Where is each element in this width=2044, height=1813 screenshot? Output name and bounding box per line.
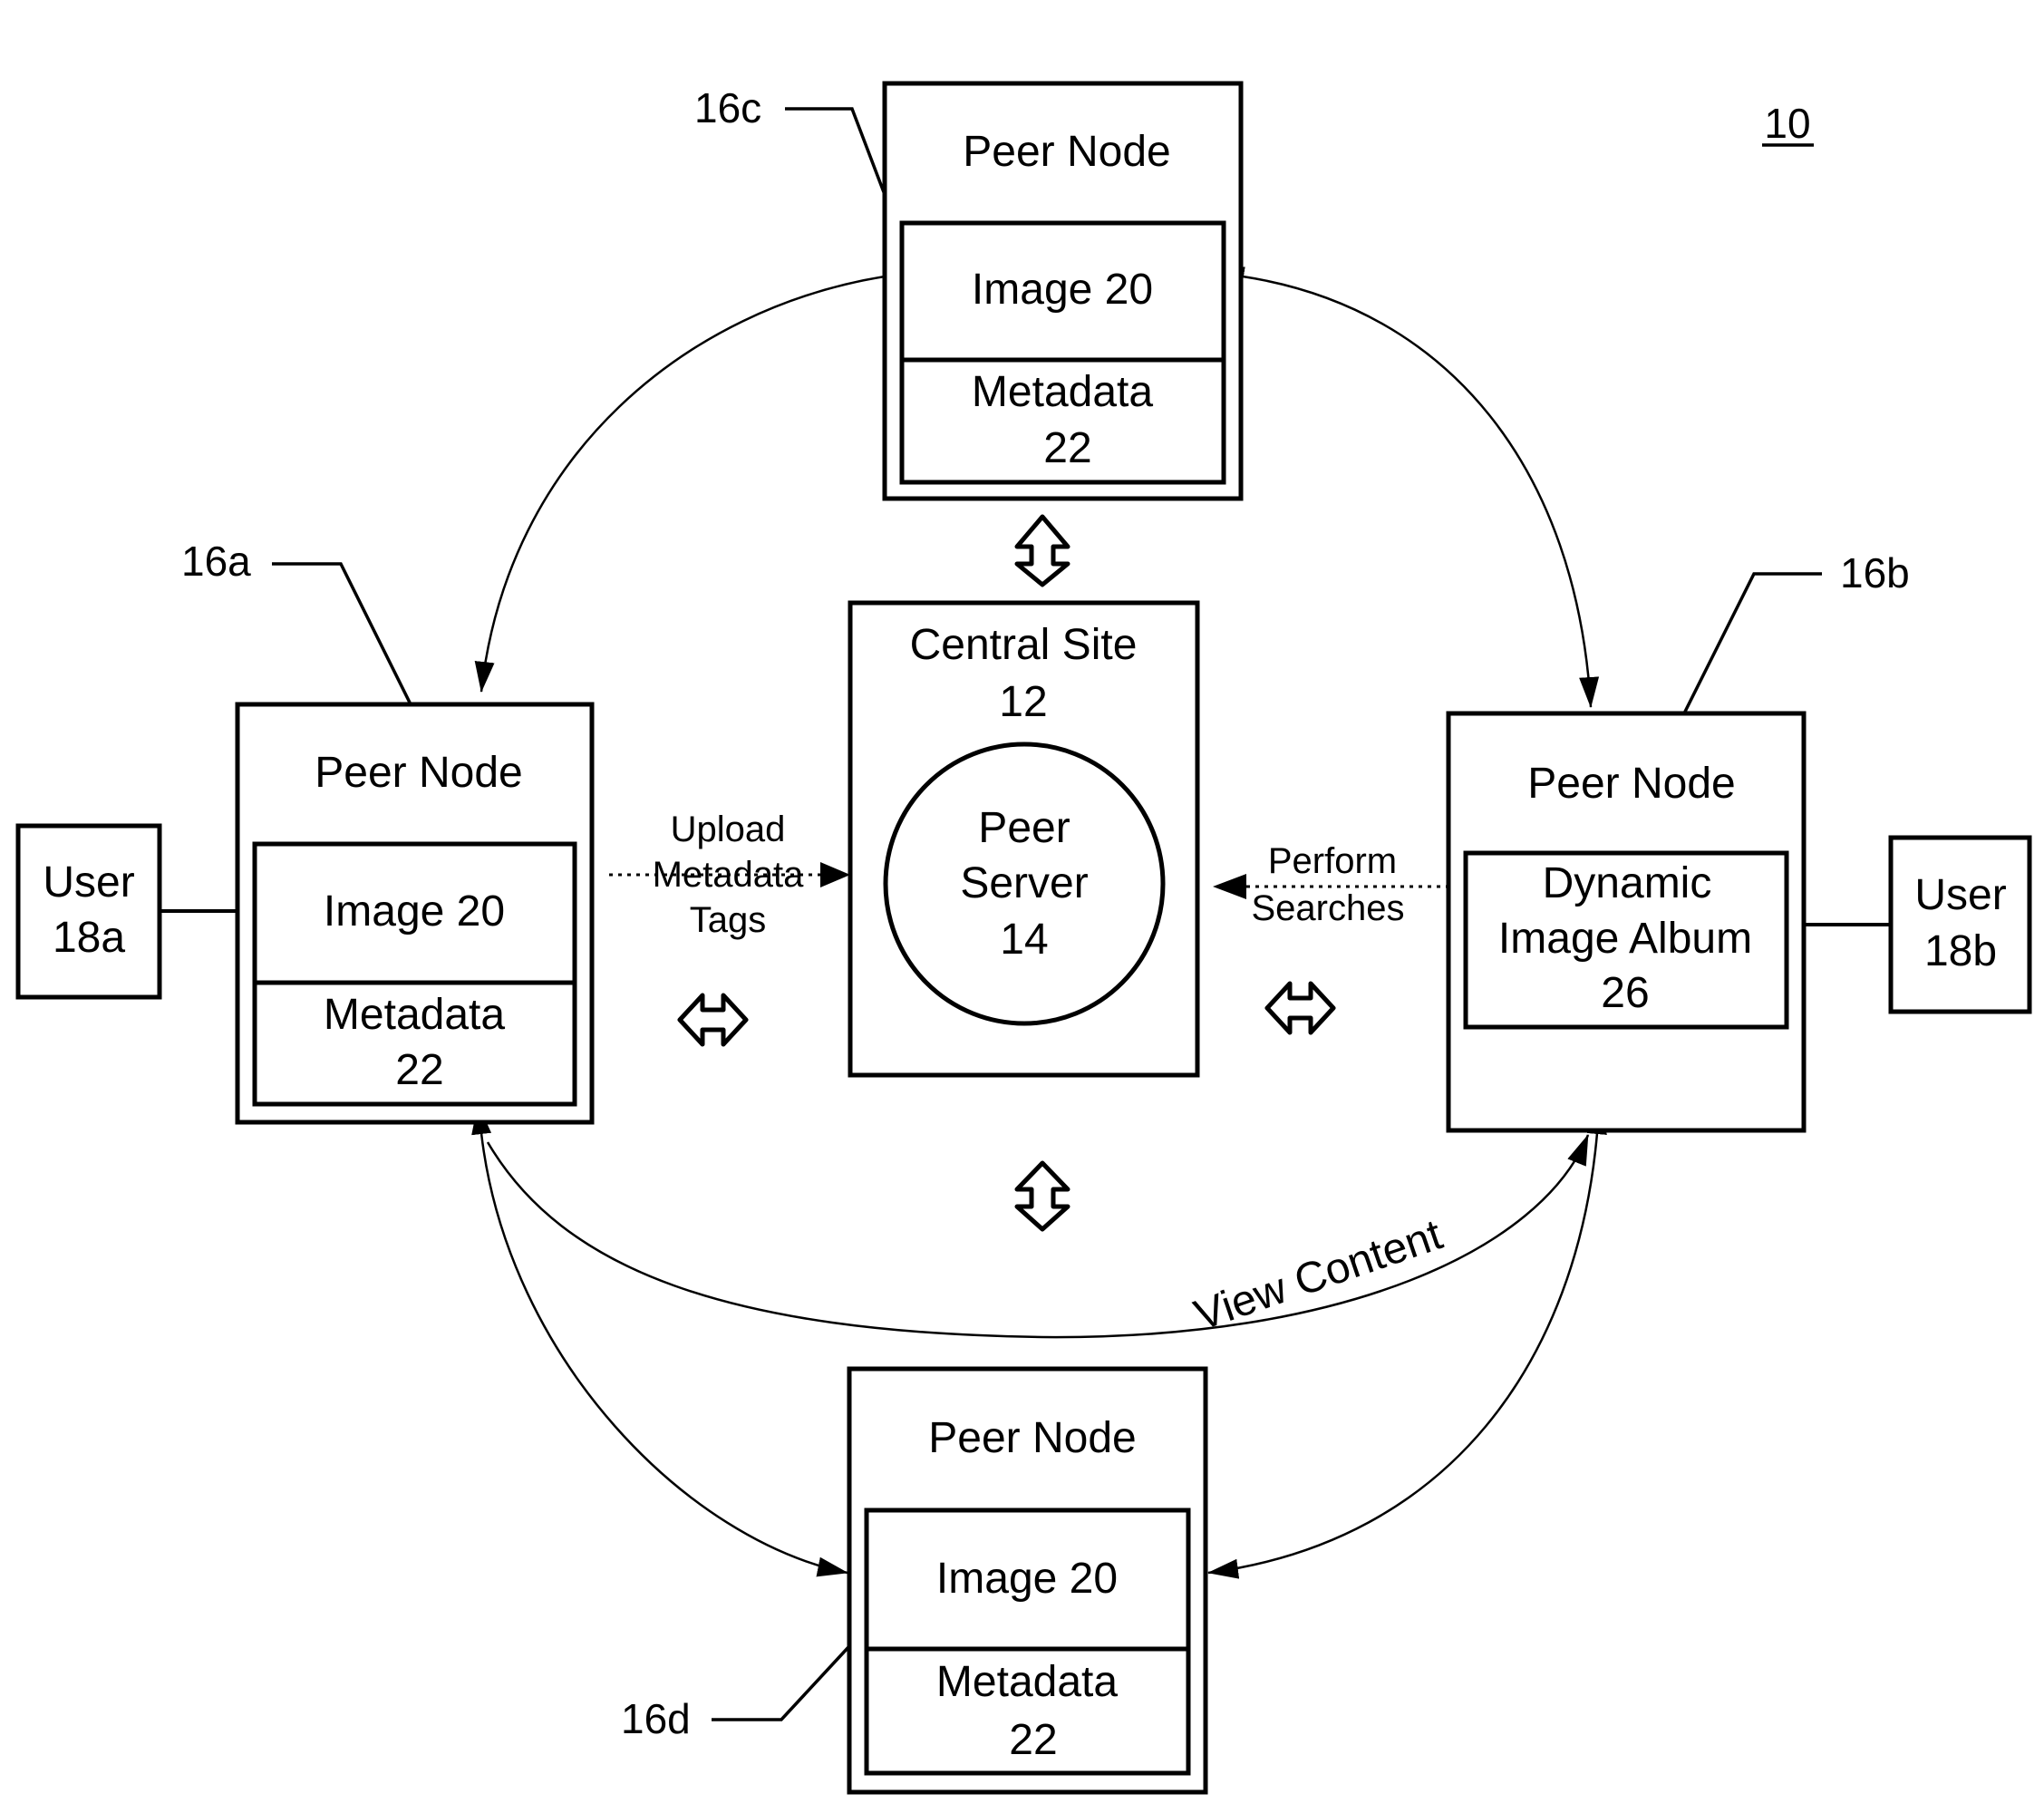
connector-16c-16b [1213,267,1600,708]
bidirectional-arrow-bottom-icon [1014,1160,1070,1232]
ref-callout-16c: 16c [694,84,886,193]
peer-server-line2: Server [960,859,1088,907]
perform-searches-flow: Perform Searches [1213,841,1448,928]
view-content-label: View Content [1188,1211,1448,1341]
figure-number: 10 [1764,100,1810,147]
bidirectional-arrow-right-icon [1264,981,1336,1035]
peer-node-title: Peer Node [315,749,522,797]
user-18b[interactable]: User 18b [1888,835,2032,1014]
bidirectional-arrow-left-icon [677,993,749,1047]
peer-node-title: Peer Node [963,128,1170,176]
metadata-ref: 22 [1043,424,1091,472]
upload-line1: Upload [671,810,786,849]
connector-16b-16d [1207,1103,1607,1579]
ref-callout-16b: 16b [1682,549,1910,714]
peer-server-line1: Peer [978,804,1070,852]
user-ref: 18b [1924,927,1997,975]
ref-label-16c: 16c [694,84,761,131]
bidirectional-arrow-top-icon [1014,514,1070,587]
album-ref: 26 [1601,969,1649,1017]
connector-16a-16d [471,1103,848,1577]
peer-server-14[interactable]: Peer Server 14 [883,742,1166,1026]
metadata-ref: 22 [1009,1716,1057,1764]
ref-label-16d: 16d [621,1695,691,1742]
image-label: Image 20 [324,887,505,936]
upload-line2: Metadata [653,855,805,895]
peer-node-16a[interactable]: Peer Node Image 20 Metadata 22 [235,702,595,1125]
peer-node-16c[interactable]: Peer Node Image 20 Metadata 22 [882,81,1244,501]
peer-node-title: Peer Node [928,1414,1136,1462]
peer-network-diagram: 10 View Content Peer Node Image 20 Metad… [15,81,2032,1795]
upload-metadata-flow: Upload Metadata Tags [609,810,850,940]
upload-arrowhead-icon [820,862,850,887]
ref-label-16a: 16a [181,538,251,585]
user-label: User [1914,871,2006,919]
ref-callout-16d: 16d [621,1644,851,1742]
central-site-ref: 12 [999,678,1047,726]
central-site-12[interactable]: Central Site 12 Peer Server 14 [848,600,1200,1078]
peer-server-ref: 14 [1000,916,1048,964]
search-line1: Perform [1268,841,1397,881]
album-line2: Image Album [1498,915,1752,963]
image-label: Image 20 [936,1555,1118,1603]
album-line1: Dynamic [1543,859,1712,907]
connector-16c-16a [474,267,915,693]
search-arrowhead-icon [1213,874,1246,899]
user-label: User [43,858,134,906]
user-18a[interactable]: User 18a [15,823,162,1000]
metadata-label: Metadata [972,368,1153,416]
image-label: Image 20 [972,266,1153,314]
peer-node-title: Peer Node [1527,760,1735,808]
central-site-title: Central Site [910,621,1138,669]
metadata-label: Metadata [936,1658,1118,1706]
peer-node-16d[interactable]: Peer Node Image 20 Metadata 22 [847,1366,1208,1795]
metadata-ref: 22 [395,1046,443,1094]
dynamic-image-album-26[interactable]: Dynamic Image Album 26 [1463,850,1789,1030]
ref-callout-16a: 16a [181,538,412,705]
upload-line3: Tags [690,900,767,940]
search-line2: Searches [1252,888,1405,928]
ref-label-16b: 16b [1840,549,1910,596]
metadata-label: Metadata [324,991,505,1039]
user-ref: 18a [53,914,125,962]
figure-reference: 10 [1762,100,1814,147]
peer-node-16b[interactable]: Peer Node Dynamic Image Album 26 [1446,711,1807,1133]
